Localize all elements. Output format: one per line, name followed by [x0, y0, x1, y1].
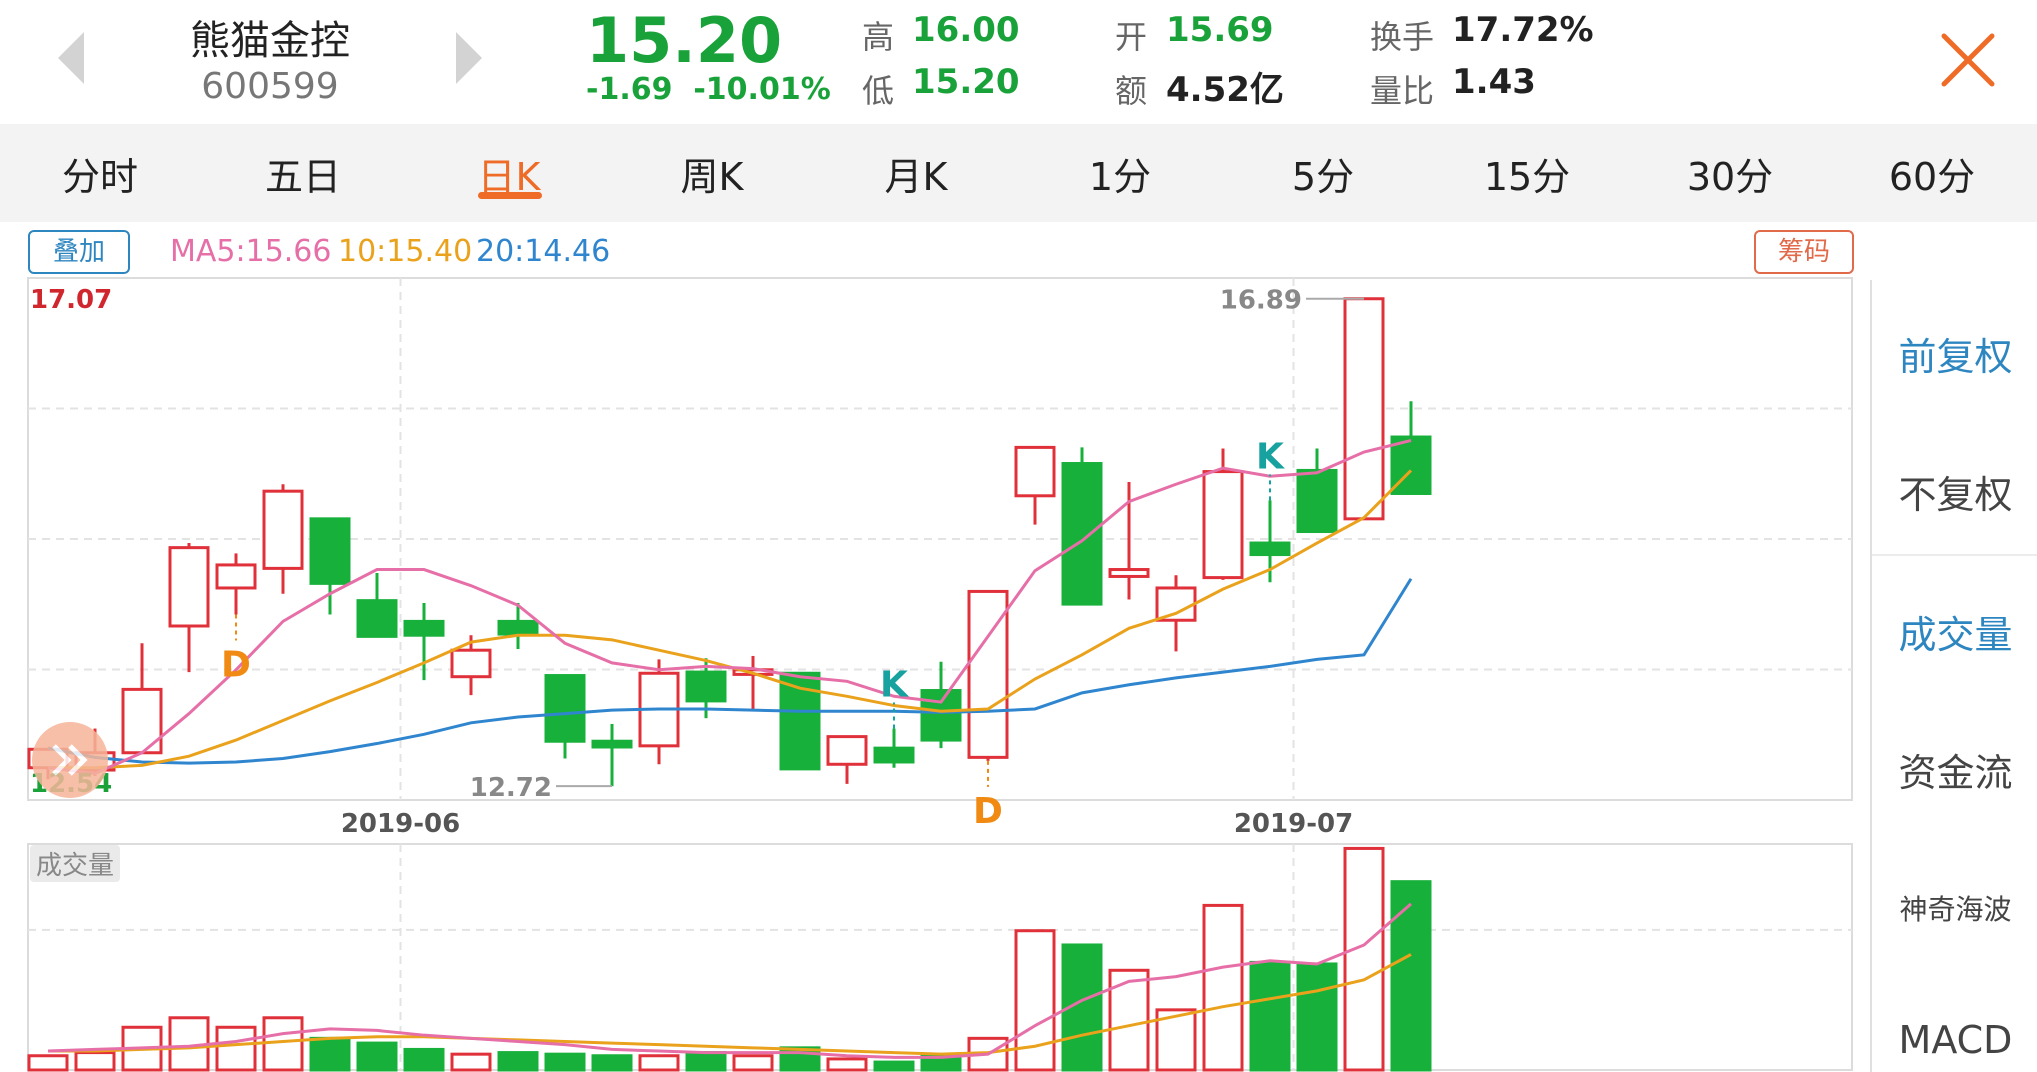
candle-body — [826, 735, 868, 766]
side-item-magic-wave[interactable]: 神奇海波 — [1872, 888, 2037, 928]
candle-body — [1202, 470, 1244, 580]
tab-weekly-k[interactable]: 周K — [622, 146, 802, 201]
low-value: 15.20 — [912, 62, 1020, 102]
candle-body — [168, 546, 210, 628]
candle-body — [309, 517, 351, 585]
prev-stock-arrow-icon[interactable] — [58, 32, 84, 84]
volume-bar — [544, 1052, 586, 1072]
candle-body — [1249, 541, 1291, 557]
candle-body — [920, 689, 962, 742]
candle-body — [591, 739, 633, 749]
candle-body — [1061, 462, 1103, 606]
volume-ratio-value: 1.43 — [1452, 62, 1536, 102]
stock-code: 600599 — [201, 66, 339, 107]
side-divider — [1872, 554, 2037, 556]
open-label: 开 — [1115, 18, 1148, 56]
side-item-macd[interactable]: MACD — [1872, 1018, 2037, 1062]
tab-60min[interactable]: 60分 — [1842, 146, 2022, 201]
volume-bar — [497, 1051, 539, 1072]
kline-chart[interactable]: DKDK 17.0712.542019-062019-0716.8912.72 — [0, 270, 1868, 1072]
tab-monthly-k[interactable]: 月K — [826, 146, 1006, 201]
side-item-volume[interactable]: 成交量 — [1872, 604, 2037, 659]
candle-body — [544, 674, 586, 743]
volume-bar — [873, 1060, 915, 1072]
amount-value: 4.52亿 — [1166, 70, 1284, 110]
candle-body — [497, 619, 539, 636]
volume-bar — [685, 1051, 727, 1072]
period-tab-bar: 分时 五日 日K 周K 月K 1分 5分 15分 30分 60分 — [0, 124, 2037, 222]
volume-bar — [1343, 846, 1385, 1072]
current-price: 15.20 — [586, 4, 783, 77]
candle-body — [356, 599, 398, 638]
candle-body — [1108, 568, 1150, 578]
candle-body — [262, 489, 304, 570]
close-icon[interactable] — [1938, 30, 1998, 90]
volume-bar — [1296, 962, 1338, 1072]
low-label: 低 — [862, 72, 895, 110]
volume-bar — [1202, 903, 1244, 1072]
active-tab-indicator — [478, 192, 542, 199]
turnover-label: 换手 — [1370, 18, 1435, 56]
volume-bar — [638, 1054, 680, 1072]
volume-bar — [74, 1051, 116, 1072]
chip-distribution-button[interactable]: 筹码 — [1754, 230, 1854, 274]
amount-label: 额 — [1115, 72, 1148, 110]
candle-body — [450, 648, 492, 679]
volume-bar — [356, 1041, 398, 1072]
tab-intraday[interactable]: 分时 — [10, 146, 190, 201]
volume-bar — [1390, 880, 1432, 1072]
side-item-forward-adjusted[interactable]: 前复权 — [1872, 326, 2037, 381]
volume-bar — [309, 1036, 351, 1072]
tab-15min[interactable]: 15分 — [1437, 146, 1617, 201]
volume-bar — [732, 1054, 774, 1072]
turnover-value: 17.72% — [1452, 10, 1594, 50]
tab-5min[interactable]: 5分 — [1233, 146, 1413, 201]
overlay-button[interactable]: 叠加 — [28, 230, 130, 274]
expand-button[interactable] — [32, 722, 108, 798]
volume-bar — [27, 1054, 69, 1072]
signal-label: K — [880, 665, 909, 706]
max-price-label: 16.89 — [1220, 286, 1302, 316]
volume-bar — [450, 1052, 492, 1072]
ma5-readout: MA5:15.66 — [170, 234, 332, 269]
signal-label: D — [973, 791, 1003, 832]
volume-bar — [591, 1054, 633, 1072]
open-value: 15.69 — [1166, 10, 1274, 50]
axis-top-label: 17.07 — [30, 285, 112, 315]
high-value: 16.00 — [912, 10, 1020, 50]
volume-panel-label: 成交量 — [30, 845, 121, 882]
candle-body — [215, 563, 257, 590]
tab-1min[interactable]: 1分 — [1030, 146, 1210, 201]
candle-body — [1155, 586, 1197, 622]
volume-bar — [403, 1047, 445, 1072]
candle-body — [873, 746, 915, 764]
candle-body — [685, 670, 727, 703]
signal-label: K — [1256, 436, 1285, 477]
date-axis-label: 2019-07 — [1234, 809, 1353, 839]
candle-body — [1014, 445, 1056, 498]
tab-30min[interactable]: 30分 — [1640, 146, 1820, 201]
high-label: 高 — [862, 18, 895, 56]
volume-ratio-label: 量比 — [1370, 72, 1435, 110]
candle-body — [1296, 468, 1338, 534]
price-change: -1.69 -10.01% — [586, 72, 831, 107]
ma20-readout: 20:14.46 — [476, 234, 611, 269]
side-item-unadjusted[interactable]: 不复权 — [1872, 464, 2037, 519]
volume-bar — [1249, 960, 1291, 1072]
signal-label: D — [221, 644, 251, 685]
indicator-side-panel: 前复权 不复权 成交量 资金流 神奇海波 MACD — [1870, 280, 2037, 1072]
side-item-capital-flow[interactable]: 资金流 — [1872, 742, 2037, 797]
volume-bar — [826, 1057, 868, 1072]
candle-body — [403, 619, 445, 637]
candle-body — [1343, 297, 1385, 521]
double-chevron-right-icon — [52, 744, 88, 776]
min-price-label: 12.72 — [470, 773, 552, 803]
ma10-readout: 10:15.40 — [338, 234, 473, 269]
stock-name: 熊猫金控 — [190, 18, 350, 64]
quote-header: 熊猫金控 600599 15.20 -1.69 -10.01% 高 16.00 … — [0, 0, 2037, 124]
date-axis-label: 2019-06 — [341, 809, 460, 839]
next-stock-arrow-icon[interactable] — [456, 32, 482, 84]
tab-five-day[interactable]: 五日 — [213, 146, 393, 201]
volume-bar — [215, 1025, 257, 1072]
